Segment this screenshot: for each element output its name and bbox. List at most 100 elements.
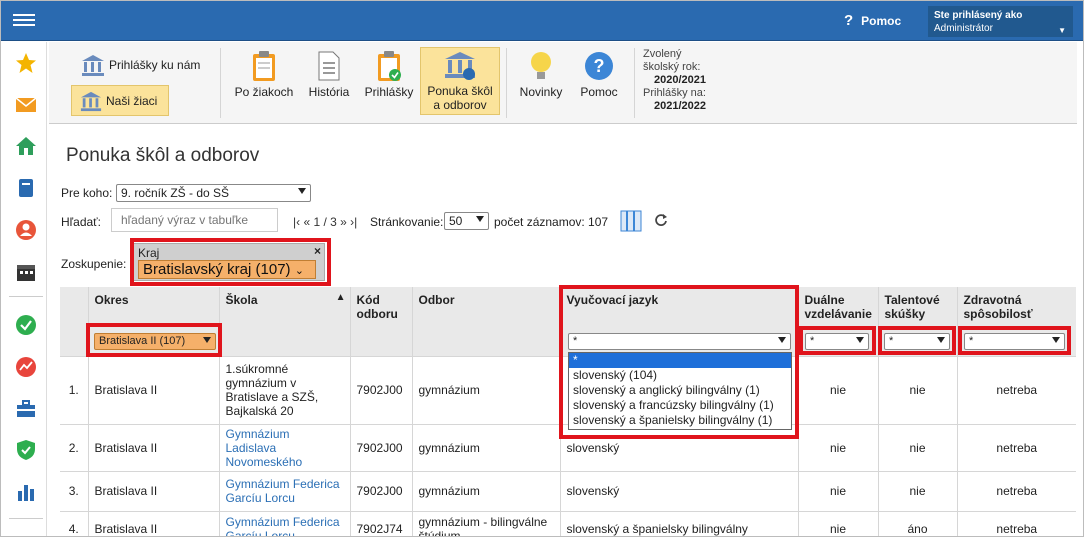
record-count: počet záznamov: 107 <box>494 215 609 229</box>
toolbar: Prihlášky ku nám Naši žiaci Po žiakoch H… <box>49 42 1077 124</box>
kod-cell: 7902J74 <box>349 510 412 536</box>
book-icon[interactable] <box>15 177 37 199</box>
strankovanie-label: Stránkovanie: <box>370 215 444 229</box>
chevron-down-icon <box>476 216 484 222</box>
table-row: 3. Bratislava II Gymnázium Federica Garc… <box>60 470 1076 511</box>
user-icon[interactable] <box>15 219 37 241</box>
school-link[interactable]: Gymnázium Ladislava Novomeského <box>226 427 303 469</box>
highlight-box <box>799 326 876 355</box>
top-bar: ? Pomoc Ste prihlásený ako Administrátor … <box>1 1 1083 41</box>
highlight-box <box>86 323 222 357</box>
user-name: Administrátor <box>934 23 993 34</box>
skola-cell: Gymnázium Federica Garcíu Lorcu <box>218 470 350 511</box>
col-index-header <box>60 287 88 356</box>
user-caption: Ste prihlásený ako <box>934 10 1023 21</box>
highlight-box <box>130 238 331 286</box>
refresh-icon[interactable] <box>654 213 668 227</box>
odbor-cell: gymnázium <box>411 470 560 511</box>
jazyk-cell: slovenský <box>559 470 798 511</box>
chart-circle-icon[interactable] <box>15 356 37 378</box>
pomoc-button[interactable]: ? Pomoc <box>575 50 623 99</box>
envelope-icon[interactable] <box>15 94 37 116</box>
ponuka-skol-button[interactable]: Ponuka škôl a odborov <box>420 47 500 115</box>
row-number: 1. <box>60 355 88 424</box>
col-kod-header[interactable]: Kód odboru <box>349 287 412 356</box>
zdrav-cell: netreba <box>956 470 1076 511</box>
menu-icon[interactable] <box>13 11 35 31</box>
talent-cell: nie <box>877 355 957 424</box>
highlight-box <box>878 326 956 355</box>
odbor-cell: gymnázium <box>411 423 560 471</box>
col-odbor-header[interactable]: Odbor <box>411 287 560 356</box>
po-ziakoch-button[interactable]: Po žiakoch <box>229 50 299 99</box>
pre-koho-label: Pre koho: <box>61 186 113 200</box>
dualne-cell: nie <box>797 470 878 511</box>
historia-button[interactable]: História <box>304 50 354 99</box>
toolbar-divider <box>634 48 635 118</box>
sort-asc-icon: ▲ <box>335 292 346 303</box>
highlight-box <box>958 326 1071 355</box>
table-row: 4. Bratislava II Gymnázium Federica Garc… <box>60 510 1076 536</box>
pager[interactable]: |‹ « 1 / 3 » ›| <box>293 215 357 229</box>
sidebar-divider <box>9 518 43 519</box>
question-icon: ? <box>585 52 613 80</box>
dualne-cell: nie <box>797 510 878 536</box>
toolbar-divider <box>506 48 507 118</box>
nasi-ziaci-button[interactable]: Naši žiaci <box>71 85 169 116</box>
calendar-icon[interactable] <box>15 261 37 283</box>
institution-icon <box>80 91 102 111</box>
okres-cell: Bratislava II <box>87 470 219 511</box>
highlight-box <box>559 285 799 439</box>
skola-cell: Gymnázium Ladislava Novomeského <box>218 423 350 471</box>
kod-cell: 7902J00 <box>349 355 412 424</box>
page-size-select[interactable]: 50 <box>444 212 489 230</box>
prihlasky-button[interactable]: Prihlášky <box>361 50 417 99</box>
check-circle-icon[interactable] <box>15 314 37 336</box>
prihlasky-ku-nam-button[interactable]: Prihlášky ku nám <box>79 51 202 79</box>
briefcase-icon[interactable] <box>15 398 37 420</box>
row-number: 2. <box>60 423 88 471</box>
row-number: 4. <box>60 510 88 536</box>
okres-cell: Bratislava II <box>87 423 219 471</box>
odbor-cell: gymnázium - bilingválne štúdium <box>411 510 560 536</box>
sidebar-divider <box>9 296 43 297</box>
talent-cell: nie <box>877 423 957 471</box>
skola-cell: 1.súkromné gymnázium v Bratislave a SZŠ,… <box>218 355 350 424</box>
institution-icon <box>445 52 475 80</box>
page-title: Ponuka škôl a odborov <box>66 145 260 166</box>
document-icon <box>318 51 340 81</box>
novinky-button[interactable]: Novinky <box>515 50 567 99</box>
star-icon[interactable] <box>15 52 37 74</box>
zdrav-cell: netreba <box>956 510 1076 536</box>
clipboard-check-icon <box>378 51 401 81</box>
institution-icon <box>82 55 104 76</box>
help-link[interactable]: ? Pomoc <box>844 12 901 29</box>
bar-chart-icon[interactable] <box>15 481 37 503</box>
odbor-cell: gymnázium <box>411 355 560 424</box>
school-year-info: Zvolený školský rok: 2020/2021 Prihlášky… <box>643 48 706 112</box>
chevron-down-icon <box>298 188 306 194</box>
zdrav-cell: netreba <box>956 355 1076 424</box>
row-number: 3. <box>60 470 88 511</box>
toolbar-divider <box>220 48 221 118</box>
kod-cell: 7902J00 <box>349 470 412 511</box>
home-icon[interactable] <box>15 135 37 157</box>
pre-koho-select[interactable]: 9. ročník ZŠ - do SŠ <box>116 184 311 202</box>
okres-cell: Bratislava II <box>87 355 219 424</box>
school-link[interactable]: Gymnázium Federica Garcíu Lorcu <box>226 515 340 536</box>
kod-cell: 7902J00 <box>349 423 412 471</box>
dualne-cell: nie <box>797 423 878 471</box>
sidebar <box>5 42 47 536</box>
talent-cell: áno <box>877 510 957 536</box>
search-input[interactable] <box>111 208 278 232</box>
chevron-down-icon: ▼ <box>1058 26 1066 35</box>
shield-icon[interactable] <box>15 439 37 461</box>
school-link[interactable]: Gymnázium Federica Garcíu Lorcu <box>226 477 340 505</box>
user-menu[interactable]: Ste prihlásený ako Administrátor ▼ <box>928 6 1073 37</box>
hladat-label: Hľadať: <box>61 215 102 229</box>
zdrav-cell: netreba <box>956 423 1076 471</box>
columns-icon[interactable] <box>620 210 642 232</box>
jazyk-cell: slovenský a španielsky bilingválny <box>559 510 798 536</box>
skola-cell: Gymnázium Federica Garcíu Lorcu <box>218 510 350 536</box>
col-skola-header[interactable]: Škola ▲ <box>218 287 350 356</box>
